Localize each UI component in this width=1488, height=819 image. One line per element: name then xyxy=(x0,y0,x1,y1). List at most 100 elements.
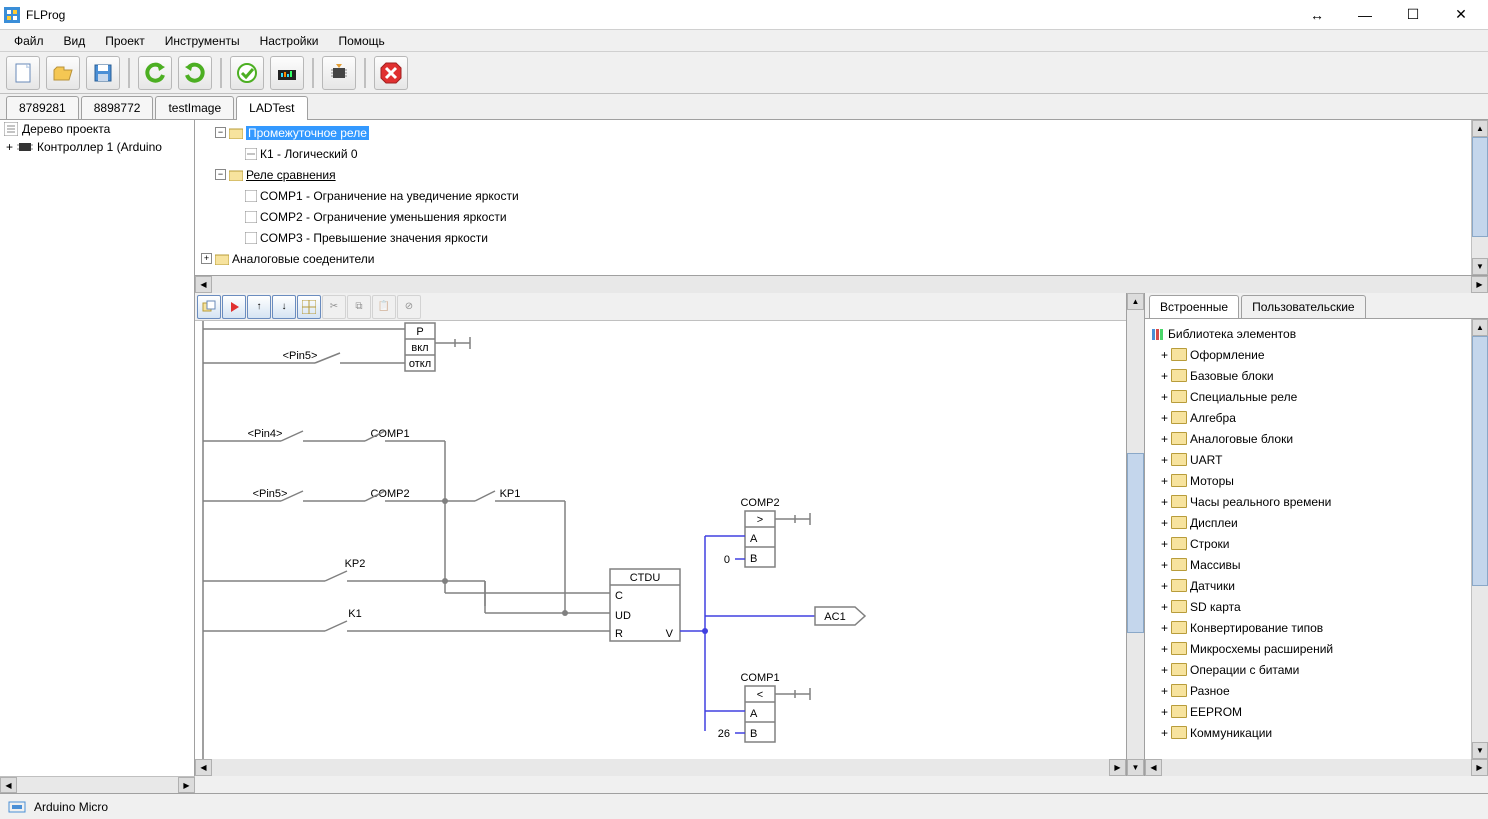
project-tree-controller[interactable]: + Контроллер 1 (Arduino xyxy=(0,138,194,156)
library-hscroll[interactable]: ◀ ▶ xyxy=(1145,759,1488,776)
library-item[interactable]: +Оформление xyxy=(1147,344,1486,365)
tab-8789281[interactable]: 8789281 xyxy=(6,96,79,119)
redo-button[interactable] xyxy=(178,56,212,90)
library-item[interactable]: +Коммуникации xyxy=(1147,722,1486,743)
dt-paste-button[interactable]: 📋 xyxy=(372,295,396,319)
scroll-down-icon[interactable]: ▼ xyxy=(1472,258,1488,275)
library-item[interactable]: +Разное xyxy=(1147,680,1486,701)
expand-icon[interactable]: + xyxy=(1161,516,1168,530)
scroll-left-icon[interactable]: ◀ xyxy=(1145,759,1162,776)
scroll-up-icon[interactable]: ▲ xyxy=(1127,293,1144,310)
scroll-right-icon[interactable]: ▶ xyxy=(1109,759,1126,776)
collapse-icon[interactable]: − xyxy=(215,127,226,138)
canvas-vscroll[interactable]: ▲ ▼ xyxy=(1127,293,1144,776)
library-item[interactable]: +Специальные реле xyxy=(1147,386,1486,407)
library-item[interactable]: +Операции с битами xyxy=(1147,659,1486,680)
scroll-down-icon[interactable]: ▼ xyxy=(1472,742,1488,759)
expand-icon[interactable]: + xyxy=(1161,726,1168,740)
tab-ladtest[interactable]: LADTest xyxy=(236,96,307,120)
expand-icon[interactable]: + xyxy=(1161,579,1168,593)
expand-icon[interactable]: + xyxy=(1161,390,1168,404)
tree-node-comp3[interactable]: COMP3 - Превышение значения яркости xyxy=(201,227,1482,248)
tab-user[interactable]: Пользовательские xyxy=(1241,295,1366,318)
expand-icon[interactable]: + xyxy=(1161,600,1168,614)
scroll-left-icon[interactable]: ◀ xyxy=(195,276,212,293)
expand-icon[interactable]: + xyxy=(1161,684,1168,698)
stop-button[interactable] xyxy=(374,56,408,90)
resize-diag-icon[interactable]: ↔ xyxy=(1294,1,1340,29)
dt-layers-button[interactable] xyxy=(197,295,221,319)
tree-node-analog[interactable]: + Аналоговые соеденители xyxy=(201,248,1482,269)
expand-icon[interactable]: + xyxy=(1161,642,1168,656)
scroll-right-icon[interactable]: ▶ xyxy=(1471,276,1488,293)
upload-button[interactable] xyxy=(270,56,304,90)
library-item[interactable]: +Алгебра xyxy=(1147,407,1486,428)
scroll-left-icon[interactable]: ◀ xyxy=(195,759,212,776)
expand-icon[interactable]: + xyxy=(1161,495,1168,509)
expand-icon[interactable]: + xyxy=(1161,348,1168,362)
collapse-icon[interactable]: − xyxy=(215,169,226,180)
expand-icon[interactable]: + xyxy=(1161,558,1168,572)
tree-node-compare[interactable]: − Реле сравнения xyxy=(201,164,1482,185)
scroll-thumb[interactable] xyxy=(1127,453,1144,633)
menu-project[interactable]: Проект xyxy=(95,31,155,51)
library-item[interactable]: +Аналоговые блоки xyxy=(1147,428,1486,449)
tree-node-relay[interactable]: − Промежуточное реле xyxy=(201,122,1482,143)
tree-node-comp1[interactable]: COMP1 - Ограничение на уведичение яркост… xyxy=(201,185,1482,206)
project-tree-root[interactable]: Дерево проекта xyxy=(0,120,194,138)
dt-down-button[interactable]: ↓ xyxy=(272,295,296,319)
expand-icon[interactable]: + xyxy=(1161,411,1168,425)
dt-copy-button[interactable]: ⧉ xyxy=(347,295,371,319)
library-item[interactable]: +Моторы xyxy=(1147,470,1486,491)
dt-cut-button[interactable]: ✂ xyxy=(322,295,346,319)
left-panel-hscroll[interactable]: ◀ ▶ xyxy=(0,776,195,793)
expand-icon[interactable]: + xyxy=(6,140,13,154)
library-item[interactable]: +UART xyxy=(1147,449,1486,470)
tab-testimage[interactable]: testImage xyxy=(155,96,234,119)
expand-icon[interactable]: + xyxy=(1161,432,1168,446)
library-item[interactable]: +Массивы xyxy=(1147,554,1486,575)
expand-icon[interactable]: + xyxy=(1161,369,1168,383)
minimize-button[interactable]: — xyxy=(1342,1,1388,29)
library-item[interactable]: +Датчики xyxy=(1147,575,1486,596)
canvas-hscroll[interactable]: ◀ ▶ xyxy=(195,759,1126,776)
dt-delete-button[interactable]: ⊘ xyxy=(397,295,421,319)
close-button[interactable]: ✕ xyxy=(1438,1,1484,29)
library-item[interactable]: +EEPROM xyxy=(1147,701,1486,722)
library-root[interactable]: Библиотека элементов xyxy=(1147,323,1486,344)
chip-button[interactable] xyxy=(322,56,356,90)
library-item[interactable]: +Конвертирование типов xyxy=(1147,617,1486,638)
scroll-up-icon[interactable]: ▲ xyxy=(1472,120,1488,137)
expand-icon[interactable]: + xyxy=(1161,537,1168,551)
expand-icon[interactable]: + xyxy=(201,253,212,264)
library-item[interactable]: +Базовые блоки xyxy=(1147,365,1486,386)
menu-tools[interactable]: Инструменты xyxy=(155,31,250,51)
menu-file[interactable]: Файл xyxy=(4,31,54,51)
tree-scrollbar[interactable]: ▲ ▼ xyxy=(1471,120,1488,275)
undo-button[interactable] xyxy=(138,56,172,90)
menu-view[interactable]: Вид xyxy=(54,31,96,51)
tree-node-comp2[interactable]: COMP2 - Ограничение уменьшения яркости xyxy=(201,206,1482,227)
dt-grid-button[interactable] xyxy=(297,295,321,319)
library-item[interactable]: +Микросхемы расширений xyxy=(1147,638,1486,659)
compile-button[interactable] xyxy=(230,56,264,90)
expand-icon[interactable]: + xyxy=(1161,453,1168,467)
library-item[interactable]: +Дисплеи xyxy=(1147,512,1486,533)
open-button[interactable] xyxy=(46,56,80,90)
scroll-right-icon[interactable]: ▶ xyxy=(1471,759,1488,776)
dt-play-button[interactable] xyxy=(222,295,246,319)
scroll-down-icon[interactable]: ▼ xyxy=(1127,759,1144,776)
library-item[interactable]: +Часы реального времени xyxy=(1147,491,1486,512)
menu-help[interactable]: Помощь xyxy=(328,31,394,51)
library-item[interactable]: +Строки xyxy=(1147,533,1486,554)
new-button[interactable] xyxy=(6,56,40,90)
maximize-button[interactable]: ☐ xyxy=(1390,1,1436,29)
expand-icon[interactable]: + xyxy=(1161,663,1168,677)
scroll-right-icon[interactable]: ▶ xyxy=(178,777,195,793)
expand-icon[interactable]: + xyxy=(1161,474,1168,488)
menu-settings[interactable]: Настройки xyxy=(250,31,329,51)
tab-builtin[interactable]: Встроенные xyxy=(1149,295,1239,318)
tree-node-k1[interactable]: К1 - Логический 0 xyxy=(201,143,1482,164)
expand-icon[interactable]: + xyxy=(1161,621,1168,635)
dt-up-button[interactable]: ↑ xyxy=(247,295,271,319)
